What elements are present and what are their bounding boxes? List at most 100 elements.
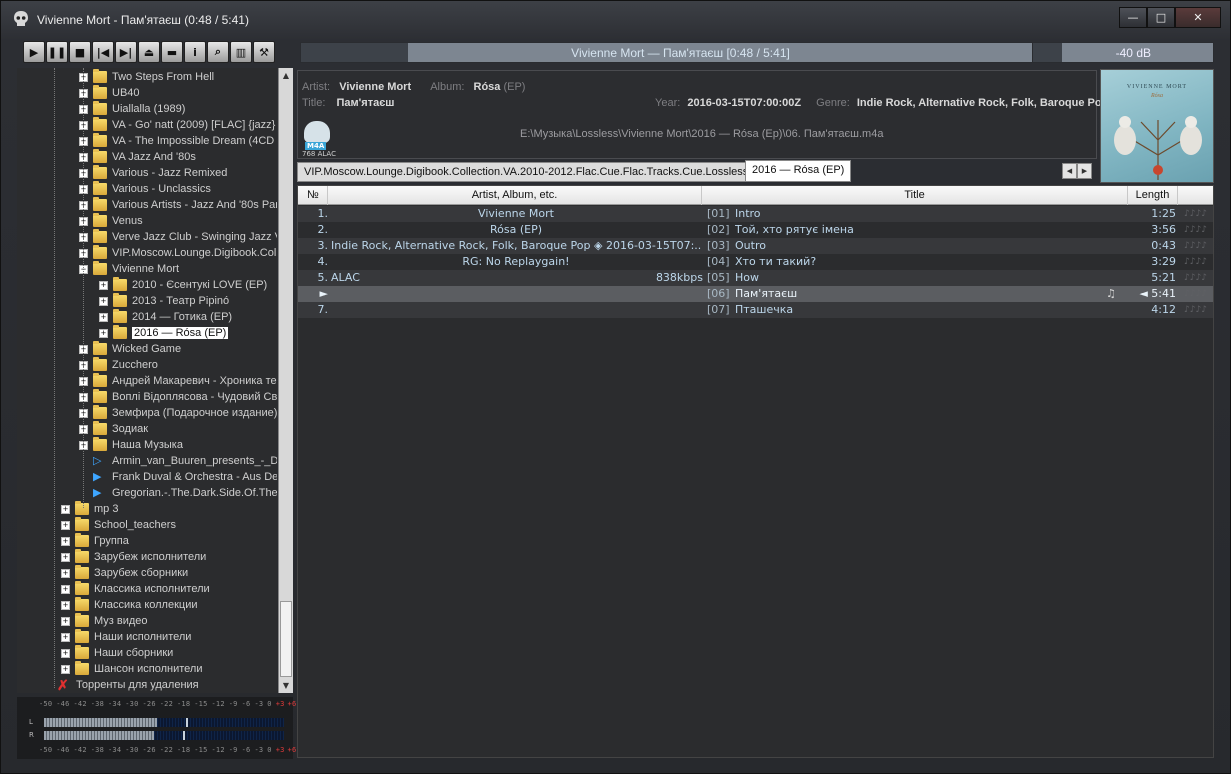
expand-icon[interactable]: + <box>61 552 70 562</box>
row-rating[interactable]: ♪♪♪♪ <box>1184 238 1212 254</box>
expand-icon[interactable]: + <box>99 312 108 322</box>
tree-item[interactable]: ▶ Frank Duval & Orchestra - Aus Dem <box>79 469 277 485</box>
tree-item[interactable]: + Зарубеж сборники <box>61 565 188 581</box>
tree-item[interactable]: + Various - Jazz Remixed <box>79 165 227 181</box>
playlist[interactable]: № Artist, Album, etc. Title Length 1. Viv… <box>297 185 1214 758</box>
equalizer-button[interactable]: ▥ <box>230 41 252 63</box>
expand-icon[interactable]: + <box>61 584 70 594</box>
expand-icon[interactable]: + <box>61 616 70 626</box>
pause-button[interactable]: ❚❚ <box>46 41 68 63</box>
expand-icon[interactable]: + <box>61 504 70 514</box>
tree-item[interactable]: + Venus <box>79 213 143 229</box>
expand-icon[interactable]: + <box>61 648 70 658</box>
tree-item[interactable]: + Шансон исполнители <box>61 661 203 677</box>
eject-button[interactable]: ⏏ <box>138 41 160 63</box>
playlist-row[interactable]: 3. Indie Rock, Alternative Rock, Folk, Ba… <box>298 238 1213 254</box>
tab-prev-arrow-icon[interactable]: ◀ <box>1062 163 1077 179</box>
tree-item[interactable]: + Wicked Game <box>79 341 181 357</box>
scroll-up-arrow-icon[interactable]: ▲ <box>279 68 293 83</box>
play-button[interactable]: ▶ <box>23 41 45 63</box>
volume-bar[interactable]: -40 dB <box>1032 42 1214 63</box>
search-button[interactable]: ⌕ <box>207 41 229 63</box>
open-folder-button[interactable]: ▬ <box>161 41 183 63</box>
folder-tree[interactable]: + Two Steps From Hell + UB40 + Uiallalla (198… <box>17 68 277 693</box>
expand-icon[interactable]: + <box>61 520 70 530</box>
title-bar[interactable]: Vivienne Mort - Пам'ятаєш (0:48 / 5:41) … <box>0 0 1231 38</box>
tree-item[interactable]: + Земфира (Подарочное издание) <box>79 405 277 421</box>
tree-item[interactable]: + Классика коллекции <box>61 597 198 613</box>
tree-item[interactable]: + VA - The Impossible Dream (4CD Bo <box>79 133 277 149</box>
tree-item[interactable]: + Zucchero <box>79 357 158 373</box>
expand-icon[interactable]: + <box>99 296 108 306</box>
tree-item[interactable]: + Воплі Відоплясова - Чудовий Світ <box>79 389 277 405</box>
tree-item[interactable]: + VA - Go' natt (2009) [FLAC] {jazz} <box>79 117 275 133</box>
tree-item[interactable]: +2013 - Театр Pipinó <box>99 293 229 309</box>
tree-item[interactable]: +2016 — Rósa (EP) <box>99 325 229 341</box>
playlist-row[interactable]: 2. Rósa (EP) [02] Той, хто рятує імена 3:56 ♪… <box>298 222 1213 238</box>
tab-active[interactable]: 2016 — Rósa (EP) <box>745 160 852 182</box>
column-title[interactable]: Title <box>702 186 1128 205</box>
close-button[interactable]: ✕ <box>1175 7 1221 28</box>
expand-icon[interactable]: + <box>61 536 70 546</box>
column-artist[interactable]: Artist, Album, etc. <box>328 186 702 205</box>
row-rating[interactable]: ♪♪♪♪ <box>1184 302 1212 318</box>
expand-icon[interactable]: + <box>61 568 70 578</box>
tree-item[interactable]: − Vivienne Mort <box>79 261 179 277</box>
minimize-button[interactable]: — <box>1119 7 1147 28</box>
tab-playlist[interactable]: VIP.Moscow.Lounge.Digibook.Collection.VA… <box>297 162 756 182</box>
row-rating[interactable]: ♪♪♪♪ <box>1184 206 1212 222</box>
playlist-row[interactable]: 1. Vivienne Mort [01] Intro 1:25 ♪♪♪♪ <box>298 206 1213 222</box>
previous-button[interactable]: |◀ <box>92 41 114 63</box>
column-length[interactable]: Length <box>1128 186 1178 205</box>
tree-item[interactable]: + Two Steps From Hell <box>79 69 214 85</box>
info-button[interactable]: i <box>184 41 206 63</box>
tree-item[interactable]: +2014 — Готика (EP) <box>99 309 232 325</box>
tree-scrollbar[interactable]: ▲ ▼ <box>278 68 293 693</box>
scroll-down-arrow-icon[interactable]: ▼ <box>279 678 293 693</box>
expand-icon[interactable]: + <box>61 664 70 674</box>
row-rating[interactable]: ♪♪♪♪ <box>1184 286 1212 302</box>
expand-icon[interactable]: + <box>99 280 108 290</box>
tree-item[interactable]: ✗ Торренты для удаления <box>57 677 199 693</box>
tree-item[interactable]: + Наши сборники <box>61 645 173 661</box>
tree-item[interactable]: + School_teachers <box>61 517 176 533</box>
expand-icon[interactable]: + <box>99 328 108 338</box>
playlist-row-playing[interactable]: ► [06] Пам'ятаєш ◄ 5:41 ♪♪♪♪ ♫ <box>298 286 1213 302</box>
seek-bar[interactable]: Vivienne Mort — Пам'ятаєш [0:48 / 5:41] <box>300 42 1061 63</box>
row-rating[interactable]: ♪♪♪♪ <box>1184 270 1212 286</box>
tree-item[interactable]: + Various Artists - Jazz And '80s Party <box>79 197 277 213</box>
tree-item[interactable]: + Зарубеж исполнители <box>61 549 206 565</box>
expand-icon[interactable]: + <box>61 600 70 610</box>
expand-icon[interactable]: + <box>61 632 70 642</box>
tree-item[interactable]: + Verve Jazz Club - Swinging Jazz Voc <box>79 229 277 245</box>
tree-item[interactable]: + Андрей Макаревич - Хроника тек <box>79 373 277 389</box>
tree-item[interactable]: + UB40 <box>79 85 140 101</box>
column-number[interactable]: № <box>298 186 328 205</box>
next-button[interactable]: ▶| <box>115 41 137 63</box>
album-cover[interactable]: VIVIENNE MORT Rósa <box>1100 69 1214 183</box>
tree-item[interactable]: + Зодиак <box>79 421 148 437</box>
tree-item[interactable]: ▷ Armin_van_Buuren_presents_-_D <box>79 453 277 469</box>
tree-item[interactable]: + Uiallalla (1989) <box>79 101 185 117</box>
tree-item[interactable]: + Группа <box>61 533 129 549</box>
playlist-row[interactable]: 5. ALAC 838kbps [05] How 5:21 ♪♪♪♪ <box>298 270 1213 286</box>
tree-item[interactable]: + Наша Музыка <box>79 437 183 453</box>
tree-item[interactable]: + Классика исполнители <box>61 581 210 597</box>
tree-item[interactable]: +2010 - Єсентукі LOVE (EP) <box>99 277 267 293</box>
tree-item[interactable]: + Various - Unclassics <box>79 181 211 197</box>
scroll-thumb[interactable] <box>280 601 292 677</box>
playlist-row[interactable]: 4. RG: No Replaygain! [04] Хто ти такий? 3:2… <box>298 254 1213 270</box>
tree-item[interactable]: ▶ Gregorian.-.The.Dark.Side.Of.The <box>79 485 277 501</box>
stop-button[interactable]: ■ <box>69 41 91 63</box>
row-rating[interactable]: ♪♪♪♪ <box>1184 254 1212 270</box>
tree-item[interactable]: + VIP.Moscow.Lounge.Digibook.Collec <box>79 245 277 261</box>
tree-item[interactable]: + VA Jazz And '80s <box>79 149 196 165</box>
tree-item[interactable]: + Муз видео <box>61 613 148 629</box>
tree-item[interactable]: + Наши исполнители <box>61 629 191 645</box>
settings-button[interactable]: ⚒ <box>253 41 275 63</box>
row-rating[interactable]: ♪♪♪♪ <box>1184 222 1212 238</box>
playlist-row[interactable]: 7. [07] Пташечка 4:12 ♪♪♪♪ <box>298 302 1213 318</box>
tree-item[interactable]: + mp 3 <box>61 501 118 517</box>
tab-next-arrow-icon[interactable]: ▶ <box>1077 163 1092 179</box>
maximize-button[interactable]: □ <box>1147 7 1175 28</box>
